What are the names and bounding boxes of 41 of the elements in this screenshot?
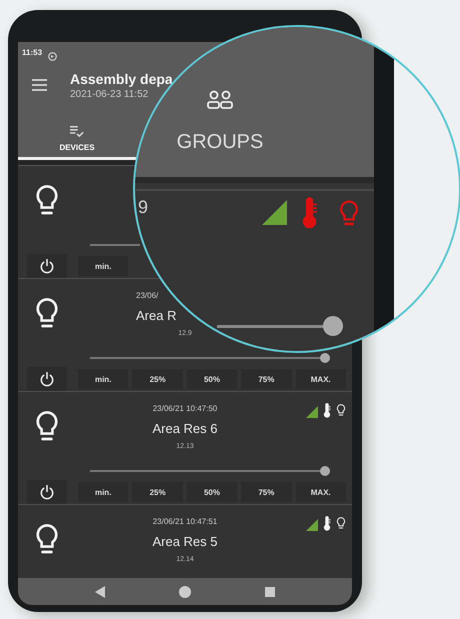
preset-button[interactable]: 75% [241, 369, 292, 389]
power-button[interactable] [27, 367, 67, 391]
signal-icon [306, 518, 318, 530]
slider-thumb[interactable] [323, 316, 343, 336]
power-button[interactable] [27, 480, 67, 504]
screen-subtitle: 2021-06-23 11:52 [70, 88, 150, 102]
home-button[interactable] [178, 586, 191, 598]
preset-button[interactable]: 50% [186, 369, 238, 389]
device-name: Area Res 6 [152, 420, 218, 438]
screen-title: Assembly depa [70, 70, 173, 88]
device-name: Area R [136, 307, 176, 325]
lightbulb-icon [34, 296, 60, 330]
lightbulb-icon [34, 409, 60, 443]
status-time: 11:53 [22, 48, 42, 56]
preset-button[interactable]: 75% [241, 482, 292, 502]
signal-icon [262, 199, 287, 226]
date-time: 23/06/21 10:47:51 [152, 516, 218, 527]
signal-icon [306, 405, 318, 417]
preset-button[interactable]: MAX. [296, 369, 346, 389]
tab[interactable]: GROUPS [155, 131, 285, 158]
checklist-icon [70, 126, 84, 137]
preset-button[interactable]: 50% [186, 482, 238, 502]
lightbulb-icon [34, 522, 60, 556]
device-name: Area Res 5 [152, 533, 218, 551]
preset-button[interactable]: min. [78, 482, 128, 502]
preset-button[interactable]: 25% [132, 369, 183, 389]
partial-text: 9 [138, 197, 148, 218]
preset-button[interactable]: 25% [132, 482, 183, 502]
preset-button[interactable]: min. [78, 256, 128, 276]
recents-button[interactable] [264, 586, 276, 598]
lightbulb-icon [34, 183, 60, 217]
date-time: 23/06/21 10:47:50 [152, 403, 218, 414]
slider-thumb[interactable] [320, 466, 330, 476]
date-time: 23/06/ [136, 290, 158, 301]
menu-icon[interactable] [32, 79, 47, 91]
power-button[interactable] [27, 254, 67, 278]
slider-thumb[interactable] [320, 353, 330, 363]
people-icon [206, 90, 234, 110]
preset-button[interactable]: MAX. [296, 482, 346, 502]
back-button[interactable] [94, 586, 106, 598]
preset-button[interactable]: min. [78, 369, 128, 389]
